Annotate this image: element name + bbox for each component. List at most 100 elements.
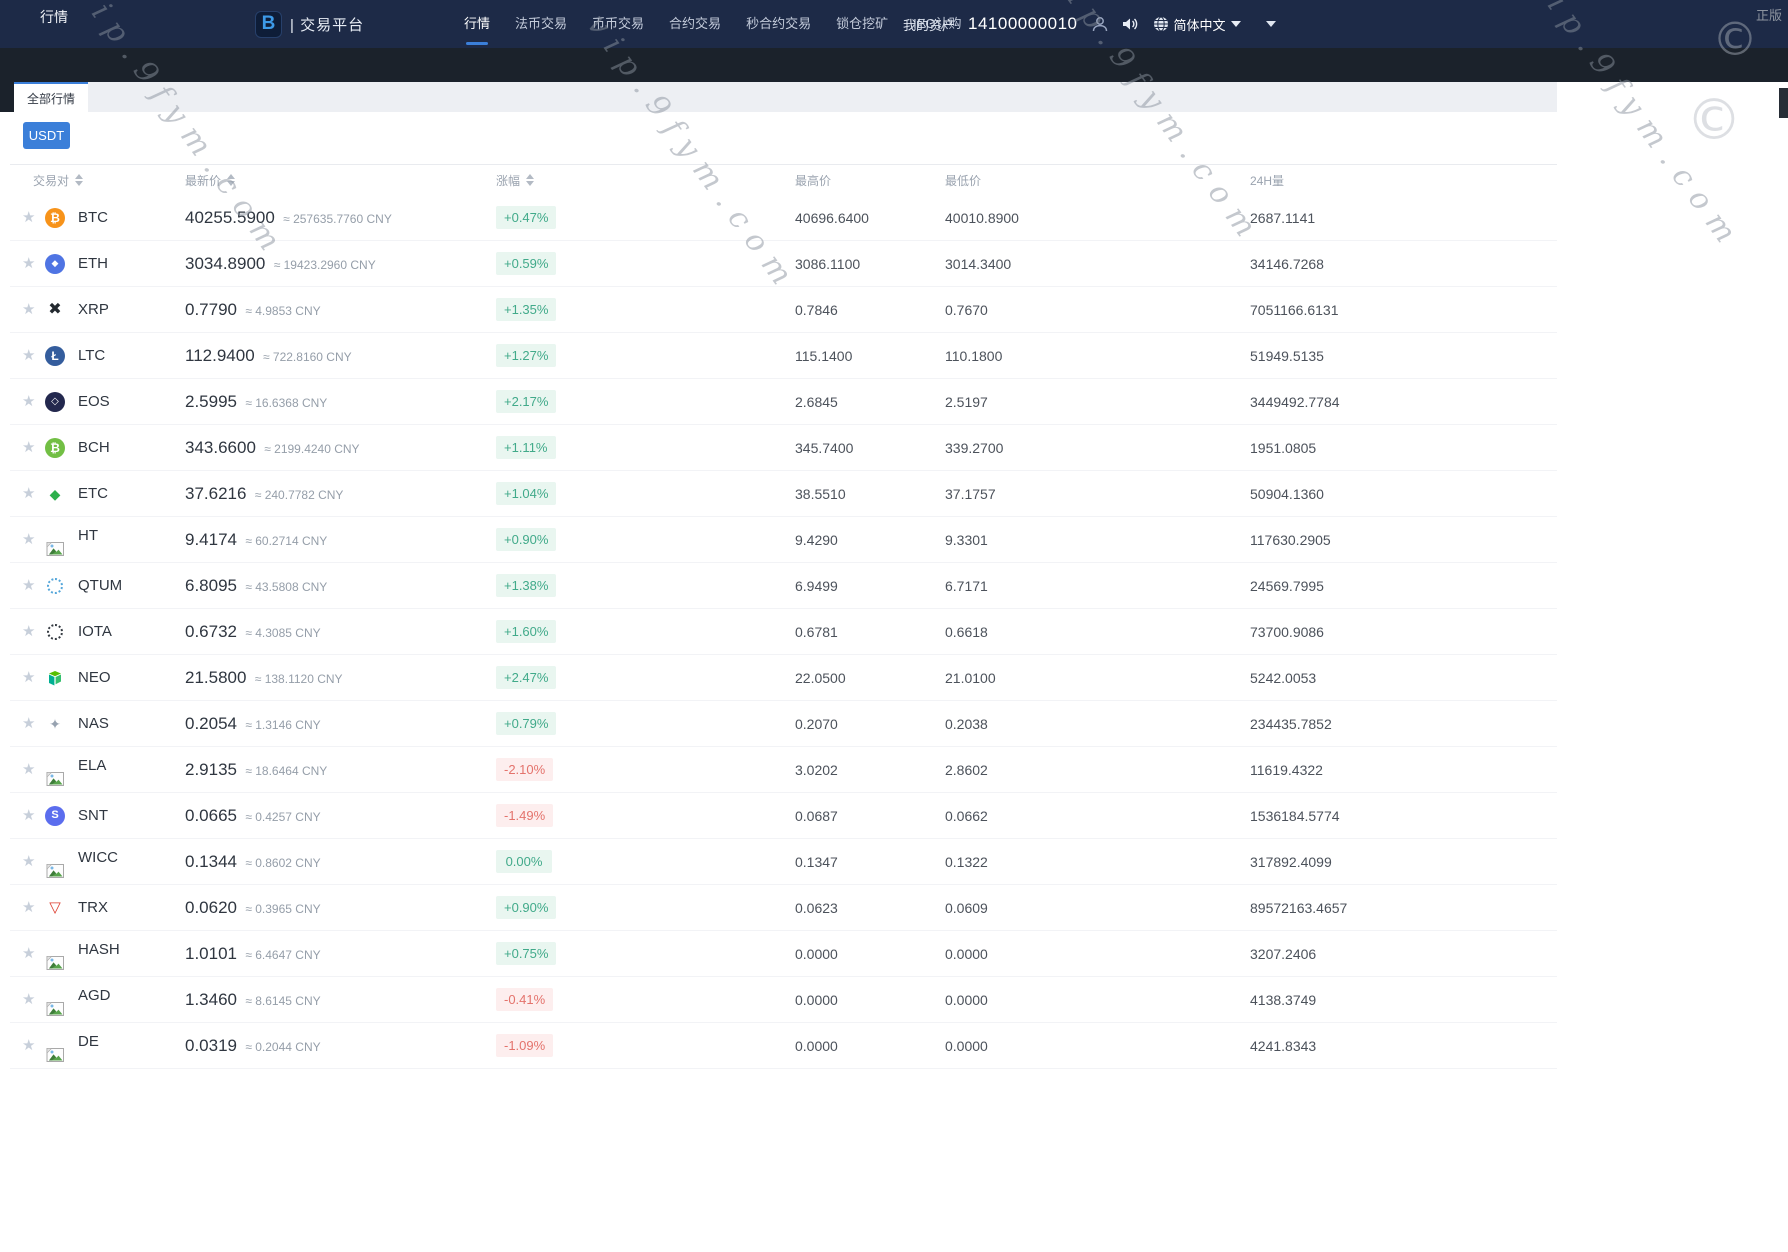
last-price-cell: 1.3460 ≈ 8.6145 CNY — [175, 990, 486, 1010]
favorite-star-icon[interactable]: ★ — [22, 1038, 40, 1053]
approx-price: ≈ 4.3085 CNY — [242, 626, 321, 640]
nav-item-contract-trade[interactable]: 合约交易 — [669, 0, 721, 48]
change-cell: +2.47% — [486, 666, 785, 689]
last-price: 6.8095 — [185, 576, 237, 595]
low-price: 2.8602 — [935, 762, 1240, 778]
pair-cell: ★ S SNT — [10, 806, 175, 826]
approx-price: ≈ 1.3146 CNY — [242, 718, 321, 732]
coin-icon — [44, 624, 66, 640]
favorite-star-icon[interactable]: ★ — [22, 762, 40, 777]
nav-item-spot-trade[interactable]: 币币交易 — [592, 0, 644, 48]
table-row[interactable]: ★ ▽ TRX 0.0620 ≈ 0.3965 CNY +0.90% 0.062… — [10, 885, 1557, 931]
favorite-star-icon[interactable]: ★ — [22, 210, 40, 225]
table-row[interactable]: ★ WICC 0.1344 ≈ 0.8602 CNY 0.00% 0.1347 … — [10, 839, 1557, 885]
pair-symbol: QTUM — [78, 577, 122, 594]
nav-item-second-contract[interactable]: 秒合约交易 — [746, 0, 811, 48]
table-row[interactable]: ★ ELA 2.9135 ≈ 18.6464 CNY -2.10% 3.0202… — [10, 747, 1557, 793]
approx-price: ≈ 0.8602 CNY — [242, 856, 321, 870]
favorite-star-icon[interactable]: ★ — [22, 900, 40, 915]
favorite-star-icon[interactable]: ★ — [22, 854, 40, 869]
approx-price: ≈ 8.6145 CNY — [242, 994, 321, 1008]
header-pair[interactable]: 交易对 — [10, 172, 175, 189]
low-price: 6.7171 — [935, 578, 1240, 594]
favorite-star-icon[interactable]: ★ — [22, 670, 40, 685]
pair-cell: ★ HT — [10, 531, 175, 548]
assets-label[interactable]: 我的资产 — [903, 15, 955, 34]
change-badge: +1.04% — [496, 482, 556, 505]
favorite-star-icon[interactable]: ★ — [22, 992, 40, 1007]
nav-item-lockup-mining[interactable]: 锁仓挖矿 — [836, 0, 888, 48]
page-title: 行情 — [40, 0, 68, 34]
usdt-filter-button[interactable]: USDT — [23, 122, 70, 149]
last-price: 2.9135 — [185, 760, 237, 779]
volume-24h: 1951.0805 — [1240, 440, 1557, 456]
low-price: 0.0609 — [935, 900, 1240, 916]
pair-symbol: BTC — [78, 209, 108, 226]
high-price: 0.0687 — [785, 808, 935, 824]
high-price: 0.0000 — [785, 992, 935, 1008]
table-row[interactable]: ★ ◆ ETH 3034.8900 ≈ 19423.2960 CNY +0.59… — [10, 241, 1557, 287]
tab-all-markets[interactable]: 全部行情 — [14, 82, 88, 112]
favorite-star-icon[interactable]: ★ — [22, 716, 40, 731]
favorite-star-icon[interactable]: ★ — [22, 348, 40, 363]
table-row[interactable]: ★ QTUM 6.8095 ≈ 43.5808 CNY +1.38% 6.949… — [10, 563, 1557, 609]
header-change[interactable]: 涨幅 — [486, 172, 785, 189]
table-row[interactable]: ★ ◆ ETC 37.6216 ≈ 240.7782 CNY +1.04% 38… — [10, 471, 1557, 517]
table-row[interactable]: ★ ✦ NAS 0.2054 ≈ 1.3146 CNY +0.79% 0.207… — [10, 701, 1557, 747]
table-row[interactable]: ★ DE 0.0319 ≈ 0.2044 CNY -1.09% 0.0000 0… — [10, 1023, 1557, 1069]
globe-icon — [1153, 16, 1169, 32]
user-icon[interactable] — [1091, 15, 1109, 33]
chevron-down-icon[interactable] — [1266, 21, 1276, 27]
coin-icon — [44, 669, 66, 687]
pair-cell: ★ ₿ BCH — [10, 438, 175, 458]
favorite-star-icon[interactable]: ★ — [22, 532, 40, 547]
header-last-price[interactable]: 最新价 — [175, 172, 486, 189]
table-row[interactable]: ★ ₿ BTC 40255.5900 ≈ 257635.7760 CNY +0.… — [10, 195, 1557, 241]
speaker-icon[interactable] — [1122, 16, 1140, 32]
table-row[interactable]: ★ IOTA 0.6732 ≈ 4.3085 CNY +1.60% 0.6781… — [10, 609, 1557, 655]
table-row[interactable]: ★ NEO 21.5800 ≈ 138.1120 CNY +2.47% 22.0… — [10, 655, 1557, 701]
table-row[interactable]: ★ ◇ EOS 2.5995 ≈ 16.6368 CNY +2.17% 2.68… — [10, 379, 1557, 425]
market-table: 交易对 最新价 涨幅 最高价 最低价 24H量 ★ ₿ BTC 4025 — [10, 164, 1557, 1069]
change-badge: +0.47% — [496, 206, 556, 229]
table-row[interactable]: ★ AGD 1.3460 ≈ 8.6145 CNY -0.41% 0.0000 … — [10, 977, 1557, 1023]
low-price: 110.1800 — [935, 348, 1240, 364]
table-row[interactable]: ★ S SNT 0.0665 ≈ 0.4257 CNY -1.49% 0.068… — [10, 793, 1557, 839]
edge-widget[interactable] — [1779, 88, 1788, 118]
coin-icon — [44, 1047, 66, 1063]
pair-cell: ★ ✖ XRP — [10, 301, 175, 318]
table-row[interactable]: ★ HASH 1.0101 ≈ 6.4647 CNY +0.75% 0.0000… — [10, 931, 1557, 977]
table-row[interactable]: ★ ✖ XRP 0.7790 ≈ 4.9853 CNY +1.35% 0.784… — [10, 287, 1557, 333]
favorite-star-icon[interactable]: ★ — [22, 808, 40, 823]
approx-price: ≈ 18.6464 CNY — [242, 764, 327, 778]
favorite-star-icon[interactable]: ★ — [22, 624, 40, 639]
favorite-star-icon[interactable]: ★ — [22, 578, 40, 593]
high-price: 2.6845 — [785, 394, 935, 410]
last-price-cell: 40255.5900 ≈ 257635.7760 CNY — [175, 208, 486, 228]
favorite-star-icon[interactable]: ★ — [22, 256, 40, 271]
high-price: 0.0000 — [785, 1038, 935, 1054]
change-cell: +0.75% — [486, 942, 785, 965]
change-badge: +1.27% — [496, 344, 556, 367]
favorite-star-icon[interactable]: ★ — [22, 486, 40, 501]
table-row[interactable]: ★ Ł LTC 112.9400 ≈ 722.8160 CNY +1.27% 1… — [10, 333, 1557, 379]
last-price-cell: 0.1344 ≈ 0.8602 CNY — [175, 852, 486, 872]
table-row[interactable]: ★ HT 9.4174 ≈ 60.2714 CNY +0.90% 9.4290 … — [10, 517, 1557, 563]
nav-item-fiat-trade[interactable]: 法币交易 — [515, 0, 567, 48]
nav-item-market[interactable]: 行情 — [464, 0, 490, 48]
language-selector[interactable]: 简体中文 — [1153, 15, 1241, 34]
favorite-star-icon[interactable]: ★ — [22, 302, 40, 317]
logo[interactable]: B | 交易平台 — [255, 0, 364, 48]
pair-symbol: LTC — [78, 347, 105, 364]
favorite-star-icon[interactable]: ★ — [22, 394, 40, 409]
favorite-star-icon[interactable]: ★ — [22, 946, 40, 961]
table-row[interactable]: ★ ₿ BCH 343.6600 ≈ 2199.4240 CNY +1.11% … — [10, 425, 1557, 471]
pair-cell: ★ Ł LTC — [10, 346, 175, 366]
low-price: 3014.3400 — [935, 256, 1240, 272]
last-price-cell: 21.5800 ≈ 138.1120 CNY — [175, 668, 486, 688]
favorite-star-icon[interactable]: ★ — [22, 440, 40, 455]
low-price: 339.2700 — [935, 440, 1240, 456]
coin-icon — [44, 955, 66, 971]
low-price: 0.0000 — [935, 1038, 1240, 1054]
volume-24h: 3449492.7784 — [1240, 394, 1557, 410]
